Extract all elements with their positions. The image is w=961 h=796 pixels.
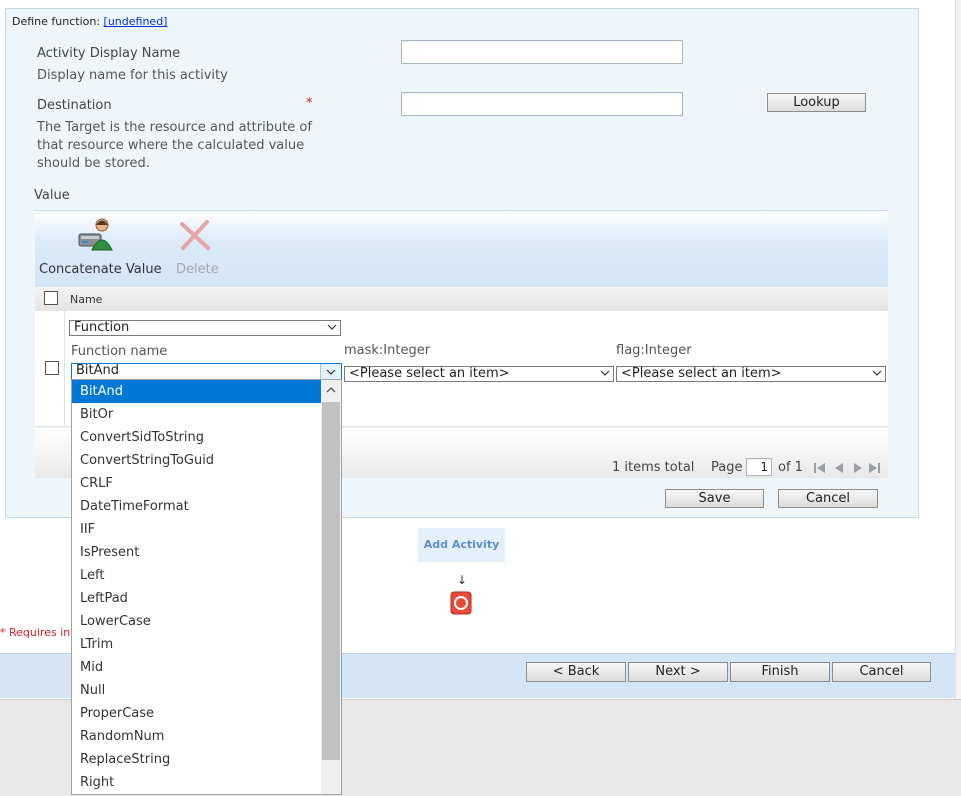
activity-display-name-label: Activity Display Name	[37, 46, 181, 61]
dropdown-option[interactable]: Null	[72, 679, 321, 702]
flag-label: flag:Integer	[616, 343, 692, 358]
dropdown-scrollbar[interactable]	[321, 380, 341, 794]
delete-button: Delete	[176, 262, 219, 277]
pager-nav	[813, 459, 883, 473]
dropdown-option[interactable]: IIF	[72, 518, 321, 541]
chevron-up-icon[interactable]	[326, 386, 336, 394]
save-button[interactable]: Save	[665, 489, 764, 508]
flag-select[interactable]: <Please select an item>	[616, 366, 886, 382]
grid-header	[35, 287, 888, 312]
define-function-link[interactable]: [undefined]	[104, 15, 168, 28]
dropdown-option[interactable]: ProperCase	[72, 702, 321, 725]
define-function-label: Define function:	[12, 15, 101, 28]
value-toolbar	[35, 210, 888, 287]
destination-description-line: that resource where the calculated value	[37, 138, 305, 153]
form-cancel-button[interactable]: Cancel	[778, 489, 878, 508]
dropdown-option[interactable]: BitAnd	[72, 380, 321, 403]
concatenate-value-icon[interactable]	[76, 216, 116, 254]
destination-input[interactable]	[401, 92, 683, 116]
items-total: 1 items total	[612, 460, 695, 475]
dropdown-option[interactable]: RandomNum	[72, 725, 321, 748]
add-activity-button[interactable]: Add Activity	[418, 528, 505, 562]
dropdown-option[interactable]: BitOr	[72, 403, 321, 426]
mask-select[interactable]: <Please select an item>	[344, 366, 614, 382]
function-name-dropdown-list[interactable]: BitAnd BitOr ConvertSidToString ConvertS…	[71, 379, 342, 795]
grid-column-divider	[64, 311, 65, 426]
value-type-select-value: Function	[74, 320, 130, 335]
page-of-label: of 1	[778, 460, 803, 475]
delete-icon	[178, 218, 212, 252]
dropdown-option[interactable]: ConvertSidToString	[72, 426, 321, 449]
dropdown-option[interactable]: IsPresent	[72, 541, 321, 564]
chevron-down-icon	[327, 324, 337, 330]
value-section-label: Value	[34, 188, 70, 203]
chevron-down-icon	[326, 369, 336, 375]
required-marker: *	[306, 96, 313, 111]
page-label: Page	[711, 460, 743, 475]
select-all-checkbox[interactable]	[44, 291, 58, 305]
destination-label: Destination	[37, 98, 112, 113]
function-name-label: Function name	[71, 344, 168, 359]
previous-page-icon[interactable]	[835, 463, 843, 473]
mask-select-value: <Please select an item>	[349, 366, 510, 381]
dropdown-option[interactable]: LTrim	[72, 633, 321, 656]
dropdown-option[interactable]: ConvertStringToGuid	[72, 449, 321, 472]
function-name-dropdown-button[interactable]	[320, 364, 341, 379]
dropdown-option[interactable]: LowerCase	[72, 610, 321, 633]
row-checkbox[interactable]	[45, 361, 59, 375]
dropdown-option[interactable]: LeftPad	[72, 587, 321, 610]
dropdown-option[interactable]: ReplaceString	[72, 748, 321, 771]
chevron-down-icon	[872, 370, 882, 376]
concatenate-value-button[interactable]: Concatenate Value	[39, 262, 162, 277]
define-function-title: Define function: [undefined]	[12, 15, 167, 28]
mask-label: mask:Integer	[344, 343, 431, 358]
page-number-input[interactable]: 1	[746, 458, 772, 476]
function-name-select[interactable]: BitAnd	[71, 363, 342, 380]
finish-button[interactable]: Finish	[730, 662, 830, 682]
destination-description-line: should be stored.	[37, 156, 150, 171]
arrow-down: ↓	[457, 573, 468, 587]
dropdown-option[interactable]: Right	[72, 771, 321, 794]
last-page-icon[interactable]	[869, 463, 880, 473]
dropdown-option[interactable]: Left	[72, 564, 321, 587]
dropdown-scrollbar-thumb[interactable]	[322, 402, 340, 760]
dropdown-option[interactable]: CRLF	[72, 472, 321, 495]
chevron-down-icon	[600, 370, 610, 376]
value-type-select[interactable]: Function	[69, 320, 341, 336]
wizard-cancel-button[interactable]: Cancel	[832, 662, 931, 682]
dropdown-option[interactable]: Mid	[72, 656, 321, 679]
back-button[interactable]: < Back	[526, 662, 626, 682]
lookup-button[interactable]: Lookup	[767, 93, 866, 112]
grid-header-name: Name	[70, 293, 103, 306]
destination-description: The Target is the resource and attribute…	[37, 119, 312, 173]
destination-description-line: The Target is the resource and attribute…	[37, 120, 312, 135]
next-button[interactable]: Next >	[628, 662, 728, 682]
activity-display-name-description: Display name for this activity	[37, 68, 228, 83]
activity-display-name-input[interactable]	[401, 40, 683, 64]
next-page-icon[interactable]	[854, 463, 862, 473]
first-page-icon[interactable]	[814, 463, 825, 473]
requires-input-note: * Requires inp	[0, 626, 78, 639]
dropdown-option[interactable]: DateTimeFormat	[72, 495, 321, 518]
window-edge	[955, 0, 961, 699]
function-name-select-value: BitAnd	[76, 363, 120, 378]
stop-icon	[450, 591, 472, 615]
flag-select-value: <Please select an item>	[621, 366, 782, 381]
